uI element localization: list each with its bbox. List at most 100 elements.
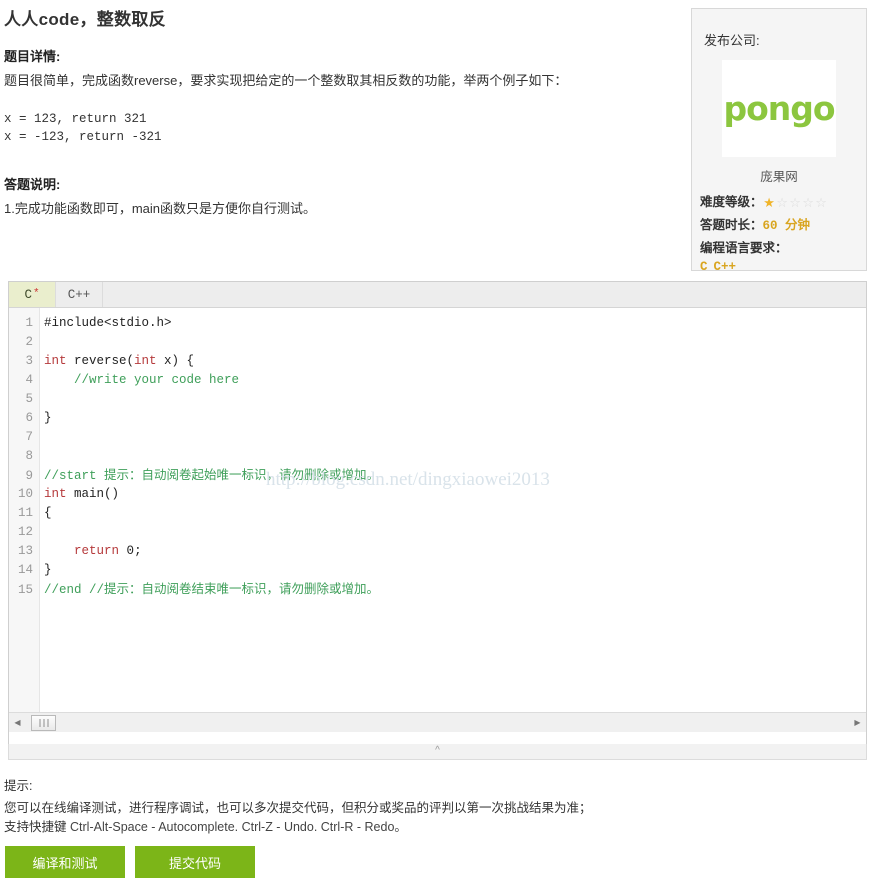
line-number: 1 — [25, 316, 33, 330]
line-number: 7 — [25, 430, 33, 444]
line-number: 14 — [17, 563, 33, 577]
code-line: 2 — [9, 333, 866, 352]
detail-heading: 题目详情: — [4, 49, 61, 64]
code-token: int — [44, 354, 67, 368]
duration-value: 60 分钟 — [762, 219, 811, 233]
logo-text: pongo — [723, 89, 835, 128]
page-title: 人人code，整数取反 — [4, 10, 166, 29]
code-token: //start — [44, 469, 105, 483]
example-line-2: x = -123, return -321 — [4, 130, 162, 144]
duration-label: 答题时长： — [700, 218, 763, 232]
code-token: reverse( — [66, 354, 135, 368]
tab-label: C — [24, 287, 32, 302]
answer-text: 1.完成功能函数即可，main函数只是方便你自行测试。 — [4, 201, 317, 216]
code-line: 1 #include<stdio.h> — [9, 314, 866, 333]
grip-icon — [39, 718, 48, 727]
code-line: 4 //write your code here — [9, 371, 866, 390]
editor-tab-bar: C * C++ — [9, 282, 866, 308]
code-line: 3 int reverse(int x) { — [9, 352, 866, 371]
line-number: 6 — [25, 411, 33, 425]
code-token: { — [44, 506, 52, 520]
code-token: int — [44, 487, 67, 501]
company-logo: pongo — [722, 60, 836, 157]
code-token: #include<stdio.h> — [44, 316, 172, 330]
hints-line-1: 您可以在线编译测试，进行程序调试，也可以多次提交代码，但积分或奖品的评判以第一次… — [4, 801, 592, 815]
code-token: int — [134, 354, 157, 368]
star-empty-icon: ☆ — [789, 195, 801, 210]
unsaved-marker-icon: * — [32, 288, 40, 300]
line-number: 15 — [17, 583, 33, 597]
code-line: 15 //end //提示：自动阅卷结束唯一标识，请勿删除或增加。 — [9, 580, 866, 599]
star-empty-icon: ☆ — [802, 195, 814, 210]
language-badges: C C++ — [700, 260, 866, 274]
code-token: main() — [66, 487, 120, 501]
submit-code-button[interactable]: 提交代码 — [135, 846, 255, 878]
line-number: 5 — [25, 392, 33, 406]
example-line-1: x = 123, return 321 — [4, 112, 147, 126]
hints-line-2: 支持快捷键 Ctrl-Alt-Space - Autocomplete. Ctr… — [4, 818, 704, 837]
code-line: 5 — [9, 390, 866, 409]
line-number: 2 — [25, 335, 33, 349]
code-token: 提示：自动阅卷起始唯一标识，请勿删除或增加。 — [104, 468, 380, 482]
code-token: } — [44, 563, 52, 577]
line-number: 8 — [25, 449, 33, 463]
star-filled-icon: ★ — [763, 195, 775, 210]
code-line: 7 — [9, 428, 866, 447]
code-token: return — [74, 544, 120, 558]
code-token: x) { — [156, 354, 195, 368]
code-token: //end // — [44, 583, 105, 597]
line-number: 13 — [17, 544, 33, 558]
code-token: 提示：自动阅卷结束唯一标识，请勿删除或增加。 — [104, 582, 380, 596]
company-name: 庞果网 — [760, 170, 798, 184]
code-area[interactable]: 1 #include<stdio.h> 2 3 int reverse(int x) {… — [9, 308, 866, 732]
code-line: 8 — [9, 447, 866, 466]
code-line: 13 return 0; — [9, 542, 866, 561]
code-line: 6} — [9, 409, 866, 428]
line-number: 3 — [25, 354, 33, 368]
code-content[interactable]: 1 #include<stdio.h> 2 3 int reverse(int x) {… — [9, 314, 866, 599]
editor-tab-cpp[interactable]: C++ — [56, 282, 103, 307]
line-number: 11 — [17, 506, 33, 520]
code-token: } — [44, 411, 52, 425]
star-empty-icon: ☆ — [776, 195, 788, 210]
chevron-up-icon: ^ — [435, 745, 440, 756]
code-token: //write your code here — [44, 373, 240, 387]
collapse-editor-bar[interactable]: ^ — [8, 744, 867, 760]
compile-and-test-button[interactable]: 编译和测试 — [5, 846, 125, 878]
language-row: 编程语言要求： — [700, 237, 866, 256]
code-token: ; — [134, 544, 142, 558]
star-empty-icon: ☆ — [815, 195, 827, 210]
detail-text: 题目很简单，完成函数reverse，要求实现把给定的一个整数取其相反数的功能，举… — [4, 73, 568, 88]
code-token: 0 — [126, 544, 135, 558]
language-badge: C++ — [713, 260, 737, 274]
line-number: 12 — [17, 525, 33, 539]
language-label: 编程语言要求： — [700, 241, 788, 255]
editor-tab-c[interactable]: C * — [9, 282, 56, 307]
tab-label: C++ — [67, 287, 91, 302]
line-number: 9 — [25, 469, 33, 483]
hints-title: 提示: — [4, 779, 33, 793]
hints-line-2-prefix: 支持快捷键 — [4, 820, 67, 834]
scrollbar-thumb[interactable] — [31, 714, 56, 731]
scroll-right-arrow-icon[interactable]: ▶ — [849, 714, 866, 732]
scrollbar-track[interactable] — [26, 714, 849, 732]
difficulty-label: 难度等级： — [700, 195, 763, 209]
code-line: 14} — [9, 561, 866, 580]
line-number: 10 — [17, 487, 33, 501]
hints-shortcut-keys: Ctrl-Alt-Space - Autocomplete. Ctrl-Z - … — [70, 820, 407, 834]
code-line: 10 int main() — [9, 485, 866, 504]
hints-section: 提示: 您可以在线编译测试，进行程序调试，也可以多次提交代码，但积分或奖品的评判… — [4, 775, 704, 837]
action-buttons: 编译和测试 提交代码 — [5, 846, 255, 878]
line-number: 4 — [25, 373, 33, 387]
scroll-left-arrow-icon[interactable]: ◀ — [9, 714, 26, 732]
code-editor: C * C++ 1 #include<stdio.h> 2 3 int reverse(in… — [8, 281, 867, 760]
horizontal-scrollbar[interactable]: ◀ ▶ — [9, 712, 866, 732]
language-badge: C — [700, 260, 708, 274]
company-panel: 发布公司: pongo 庞果网 难度等级：★☆☆☆☆ 答题时长：60 分钟 编程… — [691, 8, 867, 274]
code-line: 9 //start 提示：自动阅卷起始唯一标识，请勿删除或增加。 — [9, 466, 866, 485]
code-line: 12 — [9, 523, 866, 542]
company-label: 发布公司: — [704, 33, 760, 48]
problem-description: 题目详情: 题目很简单，完成函数reverse，要求实现把给定的一个整数取其相反… — [4, 46, 674, 222]
